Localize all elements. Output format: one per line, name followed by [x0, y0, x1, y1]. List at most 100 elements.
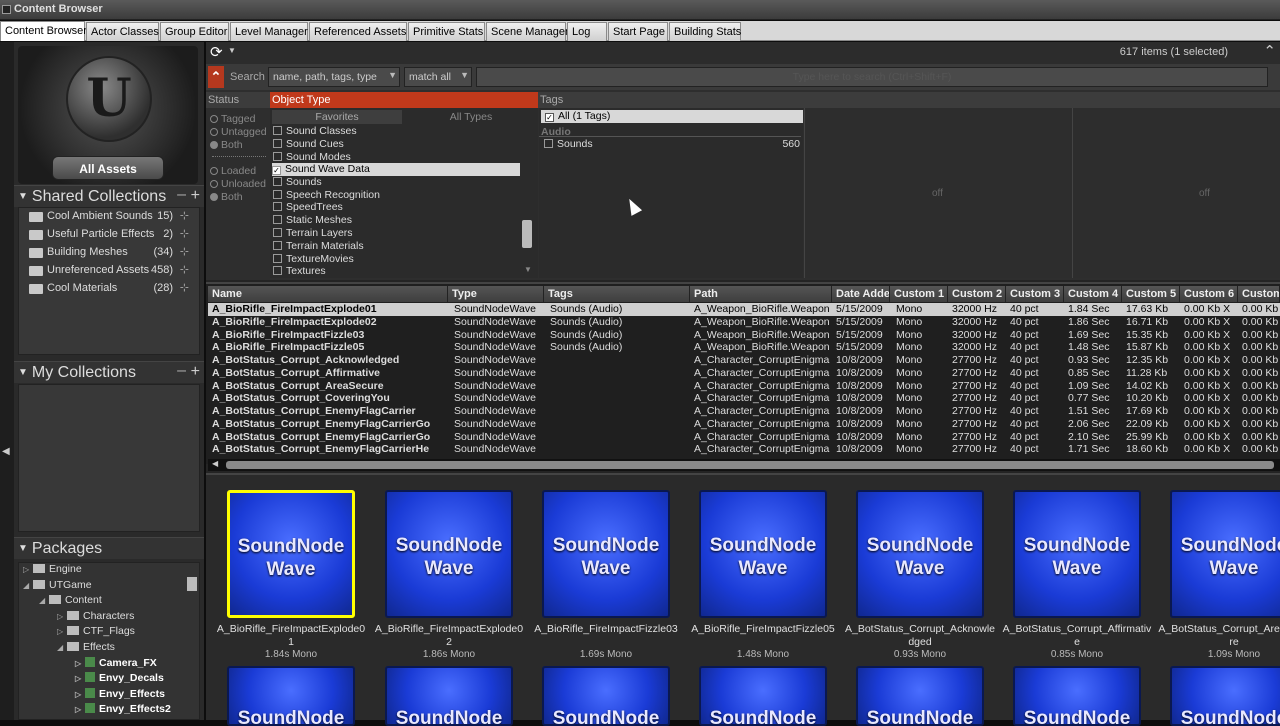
pin-icon[interactable]: ⊹ — [180, 263, 189, 276]
collection-item[interactable]: Cool Ambient Sounds 15) ⊹ — [19, 208, 199, 226]
tree-item-engine[interactable]: ▷ Engine — [19, 563, 199, 579]
collection-item[interactable]: Building Meshes (34) ⊹ — [19, 244, 199, 262]
left-collapse-strip[interactable]: ◀ — [0, 42, 14, 720]
table-row[interactable]: A_BotStatus_Corrupt_Acknowledged SoundNod… — [208, 354, 1280, 367]
all-types-tab[interactable]: All Types — [404, 110, 538, 124]
refresh-icon[interactable]: ⟳ — [210, 43, 223, 61]
scroll-down-icon[interactable]: ▼ — [524, 265, 532, 274]
tree-scrollbar[interactable] — [187, 577, 197, 591]
checkbox[interactable] — [273, 228, 282, 237]
checkbox[interactable] — [273, 215, 282, 224]
tab-content-browser[interactable]: Content Browser — [0, 21, 87, 41]
asset-thumbnail[interactable]: SoundNode — [385, 666, 513, 726]
table-row[interactable]: A_BioRifle_FireImpactFizzle03 SoundNodeWa… — [208, 329, 1280, 342]
asset-thumbnail[interactable]: SoundNode — [542, 666, 670, 726]
tab-level-manager[interactable]: Level Manager — [230, 22, 308, 41]
status-tagged-radio[interactable]: Tagged — [210, 113, 255, 125]
column-header[interactable]: Path — [690, 286, 832, 302]
table-row[interactable]: A_BotStatus_Corrupt_EnemyFlagCarrierGo So… — [208, 431, 1280, 444]
sound-wave-thumbnail[interactable]: SoundNode Wave — [1170, 490, 1280, 618]
checkbox-checked[interactable]: ✓ — [545, 113, 554, 122]
object-type-item[interactable]: Sounds — [273, 176, 322, 189]
expand-arrow-icon[interactable]: ▷ — [75, 690, 85, 699]
collapse-left-icon[interactable]: ◀ — [2, 446, 10, 457]
object-type-item[interactable]: Terrain Layers — [273, 227, 353, 240]
column-header[interactable]: Date Added — [832, 286, 890, 302]
column-header[interactable]: Name — [208, 286, 448, 302]
expand-triangle-icon[interactable]: ▼ — [18, 367, 28, 378]
object-type-item[interactable]: Terrain Materials — [273, 240, 364, 253]
sound-wave-thumbnail[interactable]: SoundNode Wave — [542, 490, 670, 618]
table-row[interactable]: A_BotStatus_Corrupt_EnemyFlagCarrier Soun… — [208, 405, 1280, 418]
expand-triangle-icon[interactable]: ▼ — [18, 191, 28, 202]
checkbox[interactable] — [273, 177, 282, 186]
checkbox[interactable] — [273, 254, 282, 263]
collapse-up-icon[interactable]: ⌃ — [1263, 42, 1276, 60]
table-row[interactable]: A_BioRifle_FireImpactExplode01 SoundNodeW… — [208, 303, 1280, 316]
favorites-tab[interactable]: Favorites — [272, 110, 402, 124]
table-row[interactable]: A_BotStatus_Corrupt_Affirmative SoundNode… — [208, 367, 1280, 380]
object-type-scrollbar[interactable] — [522, 220, 532, 248]
object-type-item[interactable]: Speech Recognition — [273, 189, 380, 202]
table-row[interactable]: A_BioRifle_FireImpactExplode02 SoundNodeW… — [208, 316, 1280, 329]
collapse-arrow-icon[interactable]: ◢ — [39, 596, 49, 605]
pin-icon[interactable]: ⊹ — [180, 281, 189, 294]
checkbox[interactable] — [273, 266, 282, 275]
asset-thumbnail[interactable]: SoundNode — [1170, 666, 1280, 726]
expand-arrow-icon[interactable]: ▷ — [75, 705, 85, 714]
tree-item-camera-fx[interactable]: ▷ Camera_FX — [19, 656, 199, 673]
tree-item-envy-effects[interactable]: ▷ Envy_Effects — [19, 687, 199, 704]
collection-item[interactable]: Unreferenced Assets 458) ⊹ — [19, 262, 199, 280]
expand-triangle-icon[interactable]: ▼ — [18, 543, 28, 554]
scroll-thumb[interactable] — [226, 461, 1274, 469]
match-mode-select[interactable]: match all ▼ — [404, 67, 472, 87]
checkbox[interactable] — [544, 139, 553, 148]
asset-thumbnail[interactable]: SoundNode — [227, 666, 355, 726]
pin-icon[interactable]: ⊹ — [180, 245, 189, 258]
expand-arrow-icon[interactable]: ▷ — [57, 612, 67, 621]
object-type-item[interactable]: Sound Modes — [273, 151, 351, 164]
tab-actor-classes[interactable]: Actor Classes — [86, 22, 159, 41]
expand-arrow-icon[interactable]: ▷ — [57, 627, 67, 636]
asset-thumbnail[interactable]: SoundNode — [699, 666, 827, 726]
checkbox[interactable] — [273, 152, 282, 161]
object-type-header[interactable]: Object Type — [270, 92, 538, 108]
sound-wave-thumbnail[interactable]: SoundNode Wave — [856, 490, 984, 618]
column-header[interactable]: Tags — [544, 286, 690, 302]
asset-thumbnail[interactable]: SoundNode — [856, 666, 984, 726]
column-header[interactable]: Custom 3 — [1006, 286, 1064, 302]
tree-item-characters[interactable]: ▷ Characters — [19, 610, 199, 626]
checkbox[interactable] — [273, 139, 282, 148]
column-header[interactable]: Custom 4 — [1064, 286, 1122, 302]
checkbox[interactable] — [273, 241, 282, 250]
tab-building-stats[interactable]: Building Stats — [669, 22, 741, 41]
status-both-radio[interactable]: Both — [210, 139, 243, 151]
column-header[interactable]: Type — [448, 286, 544, 302]
expand-arrow-icon[interactable]: ▷ — [75, 674, 85, 683]
sound-wave-thumbnail[interactable]: SoundNode Wave — [1013, 490, 1141, 618]
list-horizontal-scrollbar[interactable]: ◀ — [208, 459, 1280, 471]
object-type-item[interactable]: SpeedTrees — [273, 201, 343, 214]
collapse-arrow-icon[interactable]: ◢ — [57, 643, 67, 652]
tab-scene-manager[interactable]: Scene Manager — [486, 22, 569, 41]
my-collections-header[interactable]: ▼ My Collections – + — [14, 361, 204, 383]
toggle-filter-icon[interactable]: ⌃ — [208, 66, 224, 88]
status-untagged-radio[interactable]: Untagged — [210, 126, 267, 138]
tags-all-item[interactable]: ✓ All (1 Tags) — [541, 110, 803, 123]
object-type-item[interactable]: Sound Cues — [273, 138, 344, 151]
tab-group-editor[interactable]: Group Editor — [160, 22, 229, 41]
tab-referenced-assets[interactable]: Referenced Assets — [309, 22, 407, 41]
object-type-item[interactable]: Textures — [273, 265, 326, 278]
sound-wave-thumbnail[interactable]: SoundNode Wave — [699, 490, 827, 618]
table-row[interactable]: A_BotStatus_Corrupt_EnemyFlagCarrierHe So… — [208, 443, 1280, 456]
tree-item-envy-effects2[interactable]: ▷ Envy_Effects2 — [19, 703, 199, 719]
object-type-item[interactable]: TextureMovies — [273, 253, 354, 266]
sound-wave-thumbnail[interactable]: SoundNode Wave — [385, 490, 513, 618]
table-row[interactable]: A_BotStatus_Corrupt_AreaSecure SoundNodeW… — [208, 380, 1280, 393]
tree-item-ctf-flags[interactable]: ▷ CTF_Flags — [19, 625, 199, 641]
collapse-arrow-icon[interactable]: ◢ — [23, 581, 33, 590]
checkbox-checked[interactable]: ✓ — [272, 166, 281, 175]
status-loaded-radio[interactable]: Loaded — [210, 165, 256, 177]
status-both2-radio[interactable]: Both — [210, 191, 243, 203]
column-header[interactable]: Custom 1 — [890, 286, 948, 302]
